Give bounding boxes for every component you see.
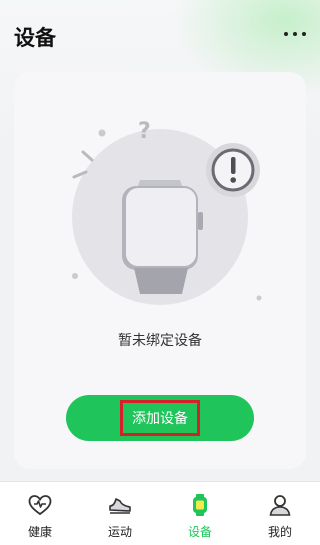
tab-sport-label: 运动 xyxy=(107,525,132,539)
heart-pulse-icon xyxy=(28,495,52,516)
header: 设备 xyxy=(0,0,320,70)
tab-sport[interactable]: 运动 xyxy=(80,482,160,545)
tab-mine-label: 我的 xyxy=(267,525,292,539)
watch-icon xyxy=(193,494,207,516)
tab-mine[interactable]: 我的 xyxy=(240,482,320,545)
empty-state-message: 暂未绑定设备 xyxy=(118,333,202,349)
tab-health[interactable]: 健康 xyxy=(0,482,80,545)
running-shoe-icon xyxy=(109,498,131,514)
add-device-label: 添加设备 xyxy=(120,400,200,436)
page-title: 设备 xyxy=(14,26,56,50)
smartwatch-alert-icon: ? xyxy=(72,119,262,305)
tab-health-label: 健康 xyxy=(27,525,52,539)
add-device-button[interactable]: 添加设备 xyxy=(66,395,254,441)
tab-device-label: 设备 xyxy=(187,525,212,539)
tab-device[interactable]: 设备 xyxy=(160,482,240,545)
more-dots-icon[interactable] xyxy=(284,26,306,42)
user-icon xyxy=(269,495,291,516)
svg-text:?: ? xyxy=(138,119,151,144)
bottom-tab-bar: 健康 运动 设备 我的 xyxy=(0,481,320,545)
empty-device-card: ? 暂未绑定设备 添加设备 xyxy=(14,72,306,469)
